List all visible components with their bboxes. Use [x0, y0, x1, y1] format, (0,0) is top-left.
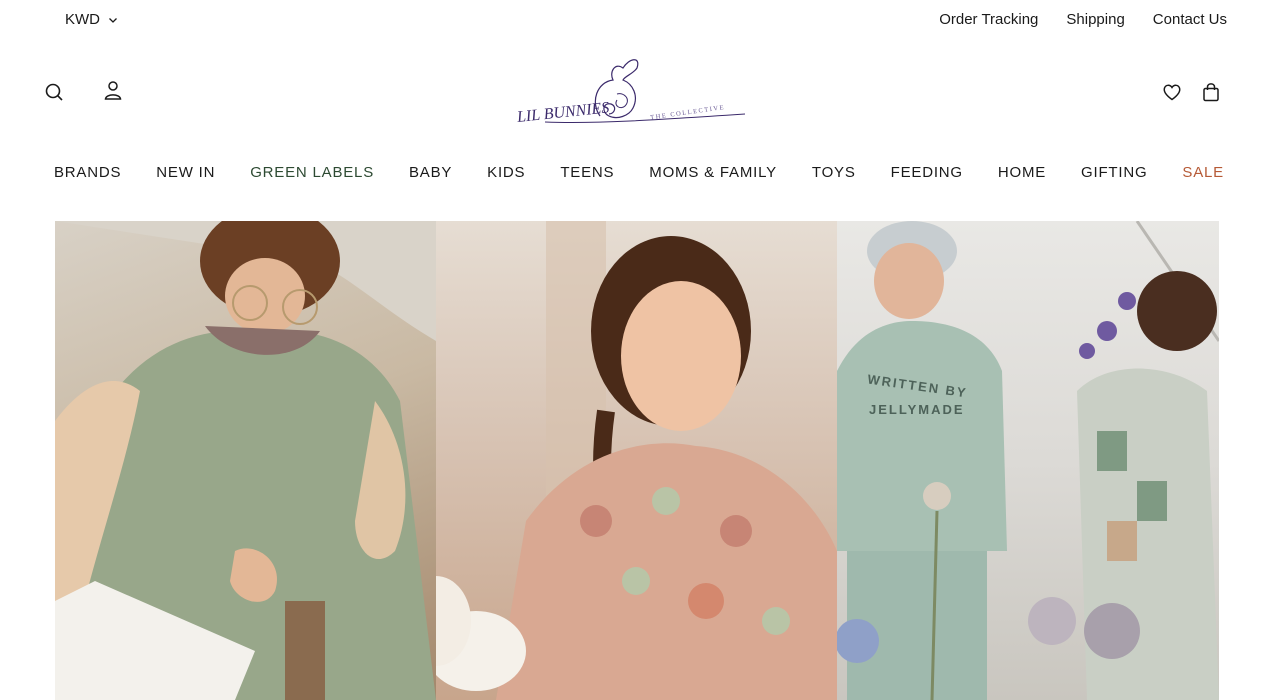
- currency-selector[interactable]: KWD: [65, 11, 118, 28]
- hero-banner[interactable]: WRITTEN BY JELLYMADE: [55, 221, 1219, 700]
- chevron-down-icon: [109, 17, 117, 23]
- contact-us-link[interactable]: Contact Us: [1153, 11, 1227, 28]
- order-tracking-link[interactable]: Order Tracking: [939, 11, 1038, 28]
- nav-item-feeding[interactable]: FEEDING: [891, 164, 963, 186]
- hero-image-boy-writing: [55, 221, 436, 700]
- nav-item-brands[interactable]: BRANDS: [54, 164, 121, 186]
- cart-button[interactable]: [1200, 81, 1222, 103]
- nav-item-toys[interactable]: TOYS: [812, 164, 856, 186]
- utility-links: Order Tracking Shipping Contact Us: [939, 11, 1227, 28]
- nav-item-home[interactable]: HOME: [998, 164, 1046, 186]
- user-icon: [104, 81, 122, 100]
- top-utility-bar: KWD Order Tracking Shipping Contact Us: [0, 0, 1280, 42]
- search-icon: [45, 83, 63, 101]
- shopping-bag-icon: [1203, 83, 1219, 102]
- bunny-logo-graphic: LIL BUNNIES THE COLLECTIVE: [515, 59, 746, 126]
- nav-item-new-in[interactable]: NEW IN: [156, 164, 215, 186]
- hero-image-girl-floral: [436, 221, 837, 700]
- sweatshirt-print-line2: JELLYMADE: [869, 402, 965, 417]
- brand-logo[interactable]: LIL BUNNIES THE COLLECTIVE: [505, 54, 750, 132]
- nav-item-teens[interactable]: TEENS: [560, 164, 614, 186]
- site-header: LIL BUNNIES THE COLLECTIVE: [0, 50, 1280, 134]
- heart-icon: [1163, 84, 1181, 101]
- nav-item-green-labels[interactable]: GREEN LABELS: [250, 164, 374, 186]
- shipping-link[interactable]: Shipping: [1066, 11, 1124, 28]
- search-button[interactable]: [43, 81, 65, 103]
- nav-item-sale[interactable]: SALE: [1182, 164, 1224, 186]
- nav-item-moms-family[interactable]: MOMS & FAMILY: [649, 164, 777, 186]
- currency-label: KWD: [65, 11, 100, 28]
- main-navigation: BRANDS NEW IN GREEN LABELS BABY KIDS TEE…: [54, 164, 1224, 186]
- nav-item-gifting[interactable]: GIFTING: [1081, 164, 1147, 186]
- logo-sub-text: THE COLLECTIVE: [650, 104, 726, 121]
- nav-item-baby[interactable]: BABY: [409, 164, 452, 186]
- account-button[interactable]: [102, 79, 124, 101]
- hero-image-kids-jellymade: WRITTEN BY JELLYMADE: [837, 221, 1219, 700]
- nav-item-kids[interactable]: KIDS: [487, 164, 525, 186]
- wishlist-button[interactable]: [1161, 81, 1183, 103]
